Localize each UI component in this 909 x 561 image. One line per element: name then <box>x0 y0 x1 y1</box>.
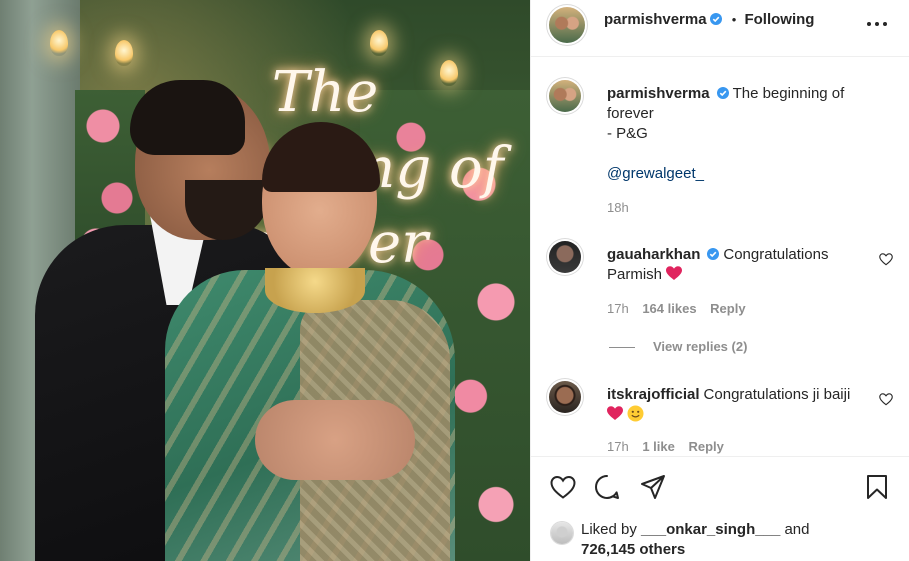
save-bookmark-icon[interactable] <box>863 473 891 501</box>
author-username[interactable]: parmishverma <box>604 11 707 28</box>
comment: itskrajofficial Congratulations ji baiji … <box>549 381 893 456</box>
post-side-panel: parmishverma • Following parmishverma The… <box>530 0 909 561</box>
liked-by-label: Liked by <box>581 521 637 538</box>
comment-text: Congratulations ji baiji <box>703 386 851 403</box>
reply-button[interactable]: Reply <box>710 301 745 316</box>
liker-avatar[interactable] <box>551 522 573 544</box>
comment-bubble-icon[interactable] <box>593 473 621 501</box>
separator-dot: • <box>731 12 737 27</box>
comment-meta: 17h 164 likes Reply <box>607 299 877 319</box>
smiling-face-emoji-icon <box>627 405 644 422</box>
red-heart-emoji-icon <box>607 406 623 420</box>
comment-emoji-line <box>607 405 877 425</box>
view-replies-label: View replies (2) <box>653 339 748 354</box>
caption-signature: - P&G <box>607 125 648 142</box>
verified-badge-icon <box>709 13 722 25</box>
post-header: parmishverma • Following <box>531 0 909 57</box>
comment-time[interactable]: 17h <box>607 301 629 316</box>
caption-mention-link[interactable]: @grewalgeet_ <box>607 164 877 184</box>
verified-badge-icon <box>707 248 720 260</box>
view-replies-button[interactable]: View replies (2) <box>609 339 747 354</box>
like-heart-icon[interactable] <box>549 473 577 501</box>
following-button[interactable]: Following <box>744 11 814 28</box>
replies-divider-line <box>609 347 635 349</box>
likes-count-link[interactable]: 726,145 others <box>581 540 891 560</box>
comment-username[interactable]: itskrajofficial <box>607 386 700 403</box>
couple-hands <box>255 400 415 480</box>
comment: gauaharkhan Congratulations Parmish 17h 1… <box>549 241 893 351</box>
likes-text: Liked by ___onkar_singh___ and 726,145 o… <box>581 520 891 560</box>
caption: parmishverma The beginning of forever - P… <box>549 80 889 220</box>
share-paper-plane-icon[interactable] <box>639 473 667 501</box>
likes-and-label: and <box>784 521 810 538</box>
caption-text-block: parmishverma The beginning of forever - P… <box>607 84 877 218</box>
like-comment-heart-icon[interactable] <box>879 393 893 406</box>
caption-timestamp[interactable]: 18h <box>607 198 877 218</box>
commenter-avatar[interactable] <box>549 381 581 413</box>
header-user-line: parmishverma • Following <box>604 11 814 28</box>
liker-username[interactable]: ___onkar_singh___ <box>641 521 780 538</box>
comment-text-block: itskrajofficial Congratulations ji baiji … <box>607 385 877 456</box>
bride-necklace <box>265 268 365 313</box>
instagram-post: The beginning of forever parmishverma • … <box>0 0 909 561</box>
reply-button[interactable]: Reply <box>688 439 723 454</box>
comment-likes-count[interactable]: 1 like <box>642 439 675 454</box>
comment-username[interactable]: gauaharkhan <box>607 246 700 263</box>
comment-text-block: gauaharkhan Congratulations Parmish 17h 1… <box>607 245 877 319</box>
author-avatar[interactable] <box>549 7 585 43</box>
light-bulb <box>50 30 68 56</box>
comment-likes-count[interactable]: 164 likes <box>642 301 696 316</box>
groom-hair <box>130 80 245 155</box>
post-photo[interactable]: The beginning of forever <box>0 0 530 561</box>
like-comment-heart-icon[interactable] <box>879 253 893 266</box>
red-heart-emoji-icon <box>666 266 683 280</box>
caption-avatar[interactable] <box>549 80 581 112</box>
verified-badge-icon <box>716 87 729 99</box>
comment-meta: 17h 1 like Reply <box>607 437 877 456</box>
light-bulb <box>115 40 133 66</box>
comment-time[interactable]: 17h <box>607 439 629 454</box>
commenter-avatar[interactable] <box>549 241 581 273</box>
more-options-icon[interactable] <box>865 14 889 34</box>
action-bar <box>531 456 909 517</box>
caption-username[interactable]: parmishverma <box>607 85 710 102</box>
comments-section[interactable]: parmishverma The beginning of forever - P… <box>531 57 909 456</box>
light-bulb <box>370 30 388 56</box>
